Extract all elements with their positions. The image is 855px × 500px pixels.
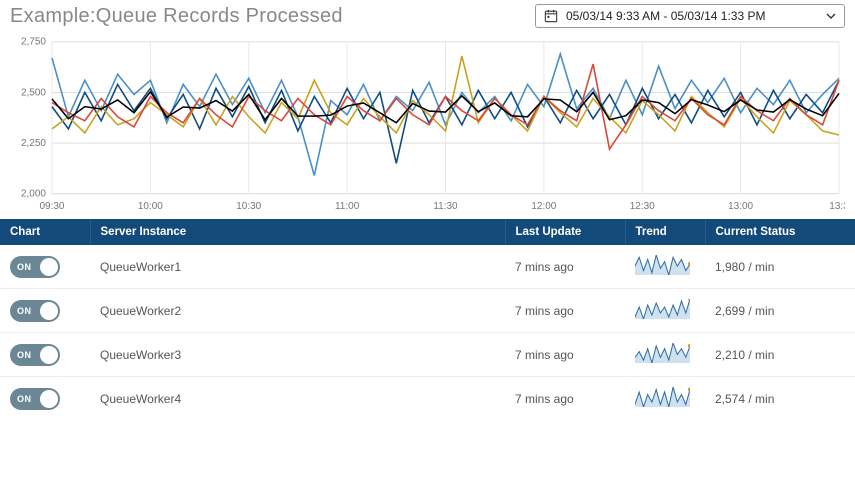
chart-toggle[interactable]: ON (10, 256, 60, 278)
col-status: Current Status (705, 219, 855, 245)
svg-text:12:00: 12:00 (531, 201, 557, 212)
server-name: QueueWorker2 (90, 289, 505, 333)
svg-text:09:30: 09:30 (39, 201, 65, 212)
table-row: ON QueueWorker37 mins ago 2,210 / min (0, 333, 855, 377)
trend-cell (625, 289, 705, 333)
table-row: ON QueueWorker17 mins ago 1,980 / min (0, 245, 855, 289)
current-status: 2,210 / min (705, 333, 855, 377)
chevron-down-icon (826, 11, 836, 21)
header-bar: Example:Queue Records Processed 05/03/14… (0, 0, 855, 30)
svg-text:10:30: 10:30 (236, 201, 262, 212)
current-status: 1,980 / min (705, 245, 855, 289)
trend-cell (625, 377, 705, 421)
workers-table: Chart Server Instance Last Update Trend … (0, 219, 855, 420)
main-chart: 2,000 2,250 2,500 2,750 09:30 10:00 10:30 11:00… (0, 30, 855, 215)
toggle-knob (40, 302, 58, 320)
chart-toggle[interactable]: ON (10, 300, 60, 322)
svg-text:11:30: 11:30 (433, 201, 458, 212)
table-header: Chart Server Instance Last Update Trend … (0, 219, 855, 245)
svg-text:13:00: 13:00 (728, 201, 754, 212)
sparkline (635, 343, 690, 363)
server-name: QueueWorker4 (90, 377, 505, 421)
col-server: Server Instance (90, 219, 505, 245)
svg-text:2,500: 2,500 (21, 87, 47, 98)
col-update: Last Update (505, 219, 625, 245)
current-status: 2,574 / min (705, 377, 855, 421)
page-title: Example:Queue Records Processed (10, 5, 343, 28)
toggle-label: ON (17, 306, 32, 316)
server-name: QueueWorker3 (90, 333, 505, 377)
svg-text:2,000: 2,000 (21, 189, 47, 200)
sparkline (635, 387, 690, 407)
svg-text:11:00: 11:00 (335, 201, 360, 212)
table-row: ON QueueWorker47 mins ago 2,574 / min (0, 377, 855, 421)
calendar-icon (544, 9, 558, 23)
svg-text:10:00: 10:00 (138, 201, 164, 212)
svg-text:2,750: 2,750 (21, 37, 47, 48)
last-update: 7 mins ago (505, 289, 625, 333)
sparkline (635, 255, 690, 275)
date-range-picker[interactable]: 05/03/14 9:33 AM - 05/03/14 1:33 PM (535, 4, 845, 28)
toggle-knob (40, 346, 58, 364)
trend-cell (625, 245, 705, 289)
date-range-text: 05/03/14 9:33 AM - 05/03/14 1:33 PM (566, 9, 818, 23)
sparkline (635, 299, 690, 319)
svg-text:2,250: 2,250 (21, 138, 47, 149)
last-update: 7 mins ago (505, 245, 625, 289)
trend-cell (625, 333, 705, 377)
server-name: QueueWorker1 (90, 245, 505, 289)
toggle-label: ON (17, 394, 32, 404)
toggle-knob (40, 390, 58, 408)
toggle-label: ON (17, 350, 32, 360)
chart-toggle[interactable]: ON (10, 344, 60, 366)
col-chart: Chart (0, 219, 90, 245)
toggle-knob (40, 258, 58, 276)
chart-toggle[interactable]: ON (10, 388, 60, 410)
toggle-label: ON (17, 262, 32, 272)
svg-text:13:3: 13:3 (829, 201, 845, 212)
svg-text:12:30: 12:30 (630, 201, 656, 212)
last-update: 7 mins ago (505, 377, 625, 421)
current-status: 2,699 / min (705, 289, 855, 333)
last-update: 7 mins ago (505, 333, 625, 377)
col-trend: Trend (625, 219, 705, 245)
table-row: ON QueueWorker27 mins ago 2,699 / min (0, 289, 855, 333)
